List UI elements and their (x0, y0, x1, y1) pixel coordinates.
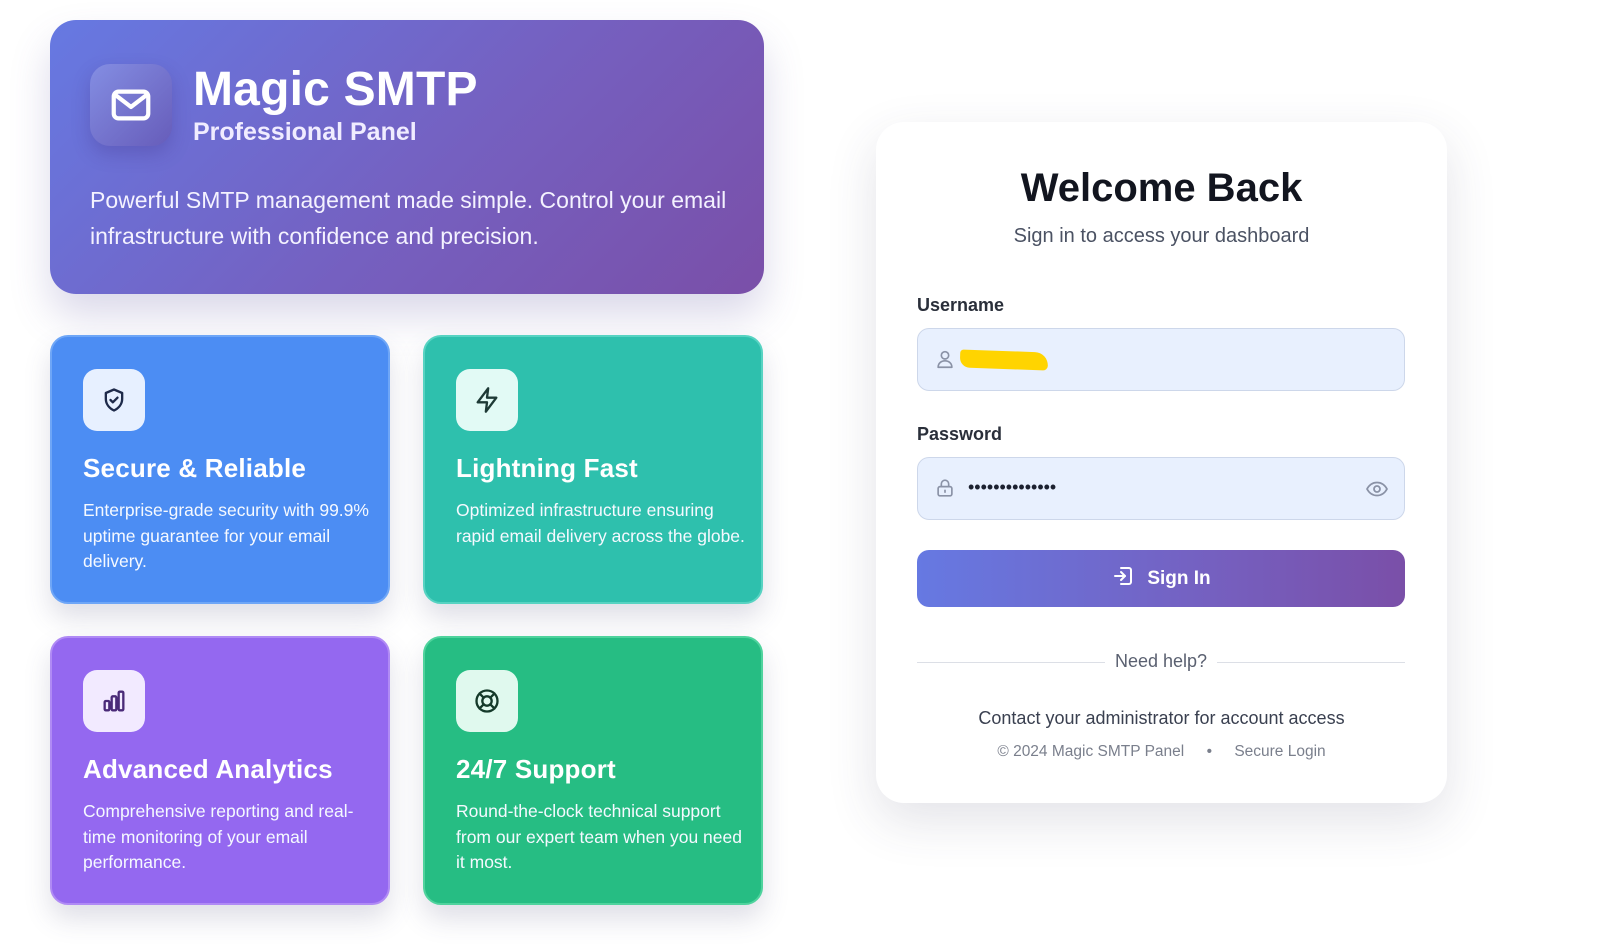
password-value: •••••••••••••• (968, 477, 1057, 497)
eye-icon[interactable] (1364, 476, 1390, 502)
login-page: Magic SMTP Professional Panel Powerful S… (0, 0, 1600, 945)
feature-description: Comprehensive reporting and real-time mo… (83, 801, 354, 872)
contact-admin-text: Contact your administrator for account a… (978, 708, 1345, 728)
login-card: Welcome Back Sign in to access your dash… (876, 122, 1447, 803)
hero-description: Powerful SMTP management made simple. Co… (90, 187, 727, 249)
footer-separator: • (1206, 743, 1212, 760)
feature-card-fast: Lightning Fast Optimized infrastructure … (423, 335, 763, 604)
sign-in-icon (1111, 564, 1135, 594)
feature-title: Advanced Analytics (83, 754, 333, 784)
feature-description: Enterprise-grade security with 99.9% upt… (83, 500, 369, 571)
login-subtitle: Sign in to access your dashboard (1013, 225, 1310, 247)
hero-banner: Magic SMTP Professional Panel Powerful S… (50, 20, 764, 294)
footer-secure-login: Secure Login (1234, 743, 1326, 760)
username-label: Username (917, 295, 1005, 315)
feature-title: Lightning Fast (456, 453, 638, 483)
feature-title: 24/7 Support (456, 754, 616, 784)
help-divider: Need help? (917, 649, 1405, 675)
shield-check-icon (83, 369, 145, 431)
feature-card-secure: Secure & Reliable Enterprise-grade secur… (50, 335, 390, 604)
username-input[interactable] (917, 328, 1405, 391)
brand-title: Magic SMTP (193, 63, 478, 116)
feature-card-analytics: Advanced Analytics Comprehensive reporti… (50, 636, 390, 905)
login-title: Welcome Back (1020, 166, 1303, 210)
password-label: Password (917, 424, 1003, 444)
lifebuoy-icon (456, 670, 518, 732)
sign-in-label: Sign In (1147, 567, 1211, 589)
feature-title: Secure & Reliable (83, 453, 307, 483)
sign-in-button[interactable]: Sign In (917, 550, 1405, 607)
divider-line (1217, 662, 1405, 663)
lightning-icon (456, 369, 518, 431)
footer-copyright: © 2024 Magic SMTP Panel (997, 743, 1185, 760)
brand-subtitle: Professional Panel (193, 118, 417, 146)
feature-description: Round-the-clock technical support from o… (456, 801, 742, 872)
feature-card-support: 24/7 Support Round-the-clock technical s… (423, 636, 763, 905)
user-icon (934, 348, 956, 370)
login-footer: © 2024 Magic SMTP Panel • Secure Login (876, 743, 1447, 761)
redacted-username (959, 349, 1049, 371)
password-input[interactable]: •••••••••••••• (917, 457, 1405, 520)
mail-icon (90, 64, 172, 146)
feature-description: Optimized infrastructure ensuring rapid … (456, 500, 745, 546)
lock-icon (934, 477, 956, 499)
bar-chart-icon (83, 670, 145, 732)
